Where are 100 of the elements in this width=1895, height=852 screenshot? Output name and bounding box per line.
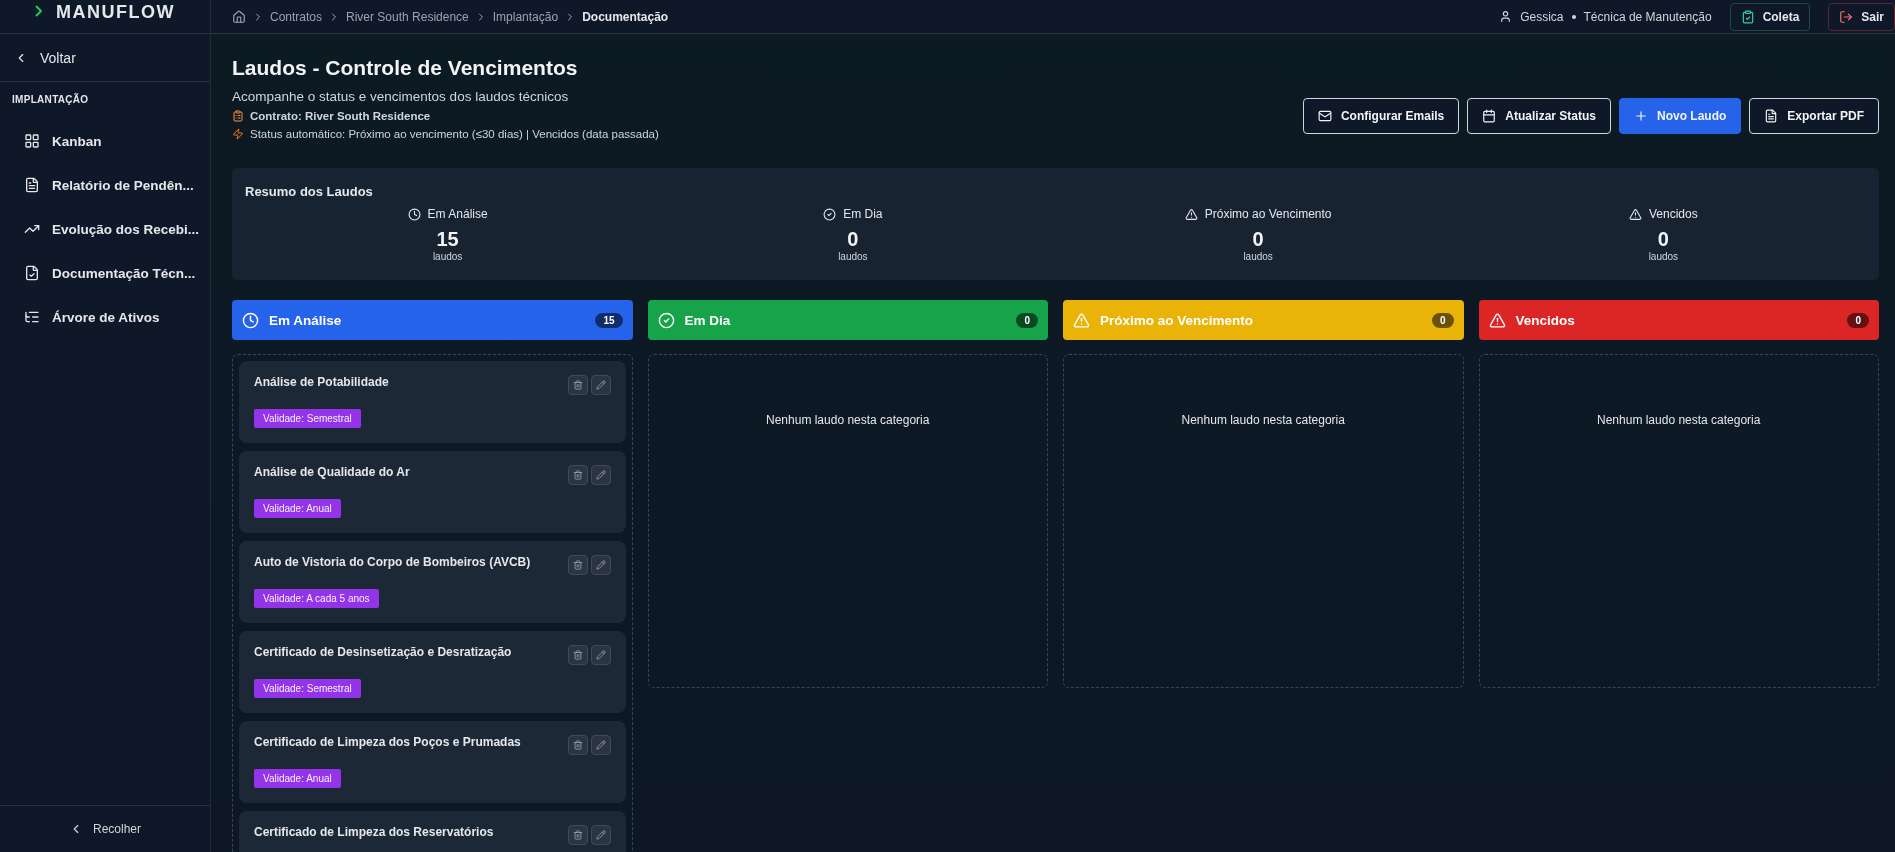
check-circle-icon — [657, 311, 675, 329]
report-card[interactable]: Auto de Vistoria do Corpo de Bombeiros (AVCB) Validade: A cada 5 anos — [239, 541, 626, 623]
pencil-icon — [595, 380, 606, 390]
action-button[interactable]: Configurar Emails — [1302, 98, 1460, 134]
card-title: Análise de Potabilidade — [254, 375, 389, 389]
count-badge: 0 — [1431, 312, 1454, 328]
tree-icon — [24, 309, 40, 325]
user-icon — [1499, 10, 1513, 23]
trash-icon — [572, 740, 583, 750]
document-check-icon — [24, 265, 40, 281]
delete-button[interactable] — [567, 465, 588, 485]
summary-label: Em Análise — [427, 207, 488, 221]
breadcrumb-link[interactable]: Implantação — [492, 9, 559, 24]
chevron-logo-icon — [35, 5, 42, 17]
delete-button[interactable] — [567, 645, 588, 665]
sidebar-item[interactable]: Documentação Técn... — [0, 251, 210, 295]
card-title: Certificado de Limpeza dos Reservatórios — [254, 825, 494, 839]
section-title: IMPLANTAÇÃO — [11, 92, 90, 107]
action-button[interactable]: Exportar PDF — [1749, 98, 1879, 134]
collapse-button[interactable]: Recolher — [0, 805, 210, 852]
trash-icon — [572, 560, 583, 570]
edit-button[interactable] — [590, 555, 611, 575]
summary-unit: laudos — [1243, 251, 1273, 262]
summary-title: Resumo dos Laudos — [245, 184, 374, 199]
calendar-icon — [1482, 109, 1497, 123]
delete-button[interactable] — [567, 825, 588, 845]
summary-unit: laudos — [1648, 251, 1679, 262]
trash-icon — [572, 830, 583, 840]
mail-icon — [1317, 109, 1332, 123]
edit-button[interactable] — [590, 825, 611, 845]
grid-icon — [24, 133, 40, 149]
page-subtitle: Acompanhe o status e vencimentos dos laudos técnicos — [232, 89, 570, 104]
column-title: Em Análise — [269, 312, 343, 328]
edit-button[interactable] — [590, 465, 611, 485]
count-badge: 0 — [1016, 312, 1038, 328]
warning-icon — [1488, 311, 1506, 329]
action-button[interactable]: Novo Laudo — [1619, 98, 1742, 134]
breadcrumb-link[interactable]: Contratos — [270, 9, 323, 24]
card-title: Certificado de Limpeza dos Poços e Prumadas — [254, 735, 521, 749]
column-title: Vencidos — [1515, 312, 1576, 328]
breadcrumb-link[interactable]: Documentação — [582, 9, 669, 24]
home-icon — [232, 9, 246, 24]
edit-button[interactable] — [590, 735, 611, 755]
contract-label: Contrato: River South Residence — [250, 110, 431, 122]
count-badge: 0 — [1847, 312, 1869, 328]
sidebar-item[interactable]: Relatório de Pendên... — [0, 163, 210, 207]
sidebar-item[interactable]: Árvore de Ativos — [0, 295, 210, 339]
report-card[interactable]: Certificado de Limpeza dos Reservatórios — [239, 811, 626, 852]
bullet-dot — [1571, 14, 1576, 19]
report-card[interactable]: Certificado de Desinsetização e Desratização Validade: Semestral — [239, 631, 626, 713]
summary-label: Vencidos — [1649, 207, 1698, 221]
page-title: Laudos - Controle de Vencimentos — [232, 56, 579, 80]
collect-button[interactable]: Coleta — [1729, 2, 1811, 31]
card-title: Auto de Vistoria do Corpo de Bombeiros (AVCB) — [254, 555, 531, 569]
trash-icon — [572, 470, 583, 480]
edit-button[interactable] — [590, 645, 611, 665]
lightning-icon — [232, 128, 244, 140]
sidebar-item[interactable]: Evolução dos Recebi... — [0, 207, 210, 251]
clipboard-icon — [232, 110, 244, 122]
validity-tag: Validade: Semestral — [254, 409, 361, 428]
delete-button[interactable] — [567, 555, 588, 575]
delete-button[interactable] — [567, 375, 588, 395]
sidebar-item[interactable]: Kanban — [0, 119, 210, 163]
document-icon — [24, 177, 40, 193]
column-title: Em Dia — [684, 312, 732, 328]
back-button[interactable]: Voltar — [0, 34, 210, 82]
pencil-icon — [595, 740, 606, 750]
edit-button[interactable] — [590, 375, 611, 395]
empty-message: Nenhum laudo nesta categoria — [765, 413, 931, 427]
logout-button[interactable]: Sair — [1828, 2, 1895, 31]
pencil-icon — [595, 470, 606, 480]
summary-label: Em Dia — [843, 207, 883, 221]
card-title: Certificado de Desinsetização e Desratização — [254, 645, 512, 659]
summary-count: 0 — [847, 228, 859, 251]
delete-button[interactable] — [567, 735, 588, 755]
trash-icon — [572, 650, 583, 660]
warning-icon — [1629, 207, 1642, 221]
summary-count: 15 — [436, 228, 459, 251]
logout-icon — [1839, 9, 1854, 24]
clipboard-check-icon — [1740, 9, 1755, 24]
pencil-icon — [595, 560, 606, 570]
user-name: Gessica — [1520, 9, 1564, 24]
status-note: Status automático: Próximo ao vencimento (≤30 dias) | Vencidos (data passada) — [250, 128, 659, 140]
pencil-icon — [595, 650, 606, 660]
summary-count: 0 — [1657, 228, 1669, 251]
plus-icon — [1634, 109, 1648, 123]
report-card[interactable]: Análise de Qualidade do Ar Validade: Anual — [239, 451, 626, 533]
report-card[interactable]: Análise de Potabilidade Validade: Semestral — [239, 361, 626, 443]
breadcrumb-link[interactable]: River South Residence — [346, 9, 469, 24]
summary-unit: laudos — [432, 251, 463, 262]
validity-tag: Validade: Anual — [254, 769, 341, 788]
summary-count: 0 — [1252, 228, 1264, 251]
clock-icon — [407, 207, 421, 221]
report-card[interactable]: Certificado de Limpeza dos Poços e Prumadas Validade: Anual — [239, 721, 626, 803]
action-button[interactable]: Atualizar Status — [1467, 98, 1611, 134]
logo: MANUFLOW — [56, 2, 175, 23]
clock-icon — [242, 311, 259, 329]
warning-icon — [1184, 207, 1198, 221]
check-circle-icon — [823, 207, 837, 221]
summary-label: Próximo ao Vencimento — [1204, 207, 1332, 221]
